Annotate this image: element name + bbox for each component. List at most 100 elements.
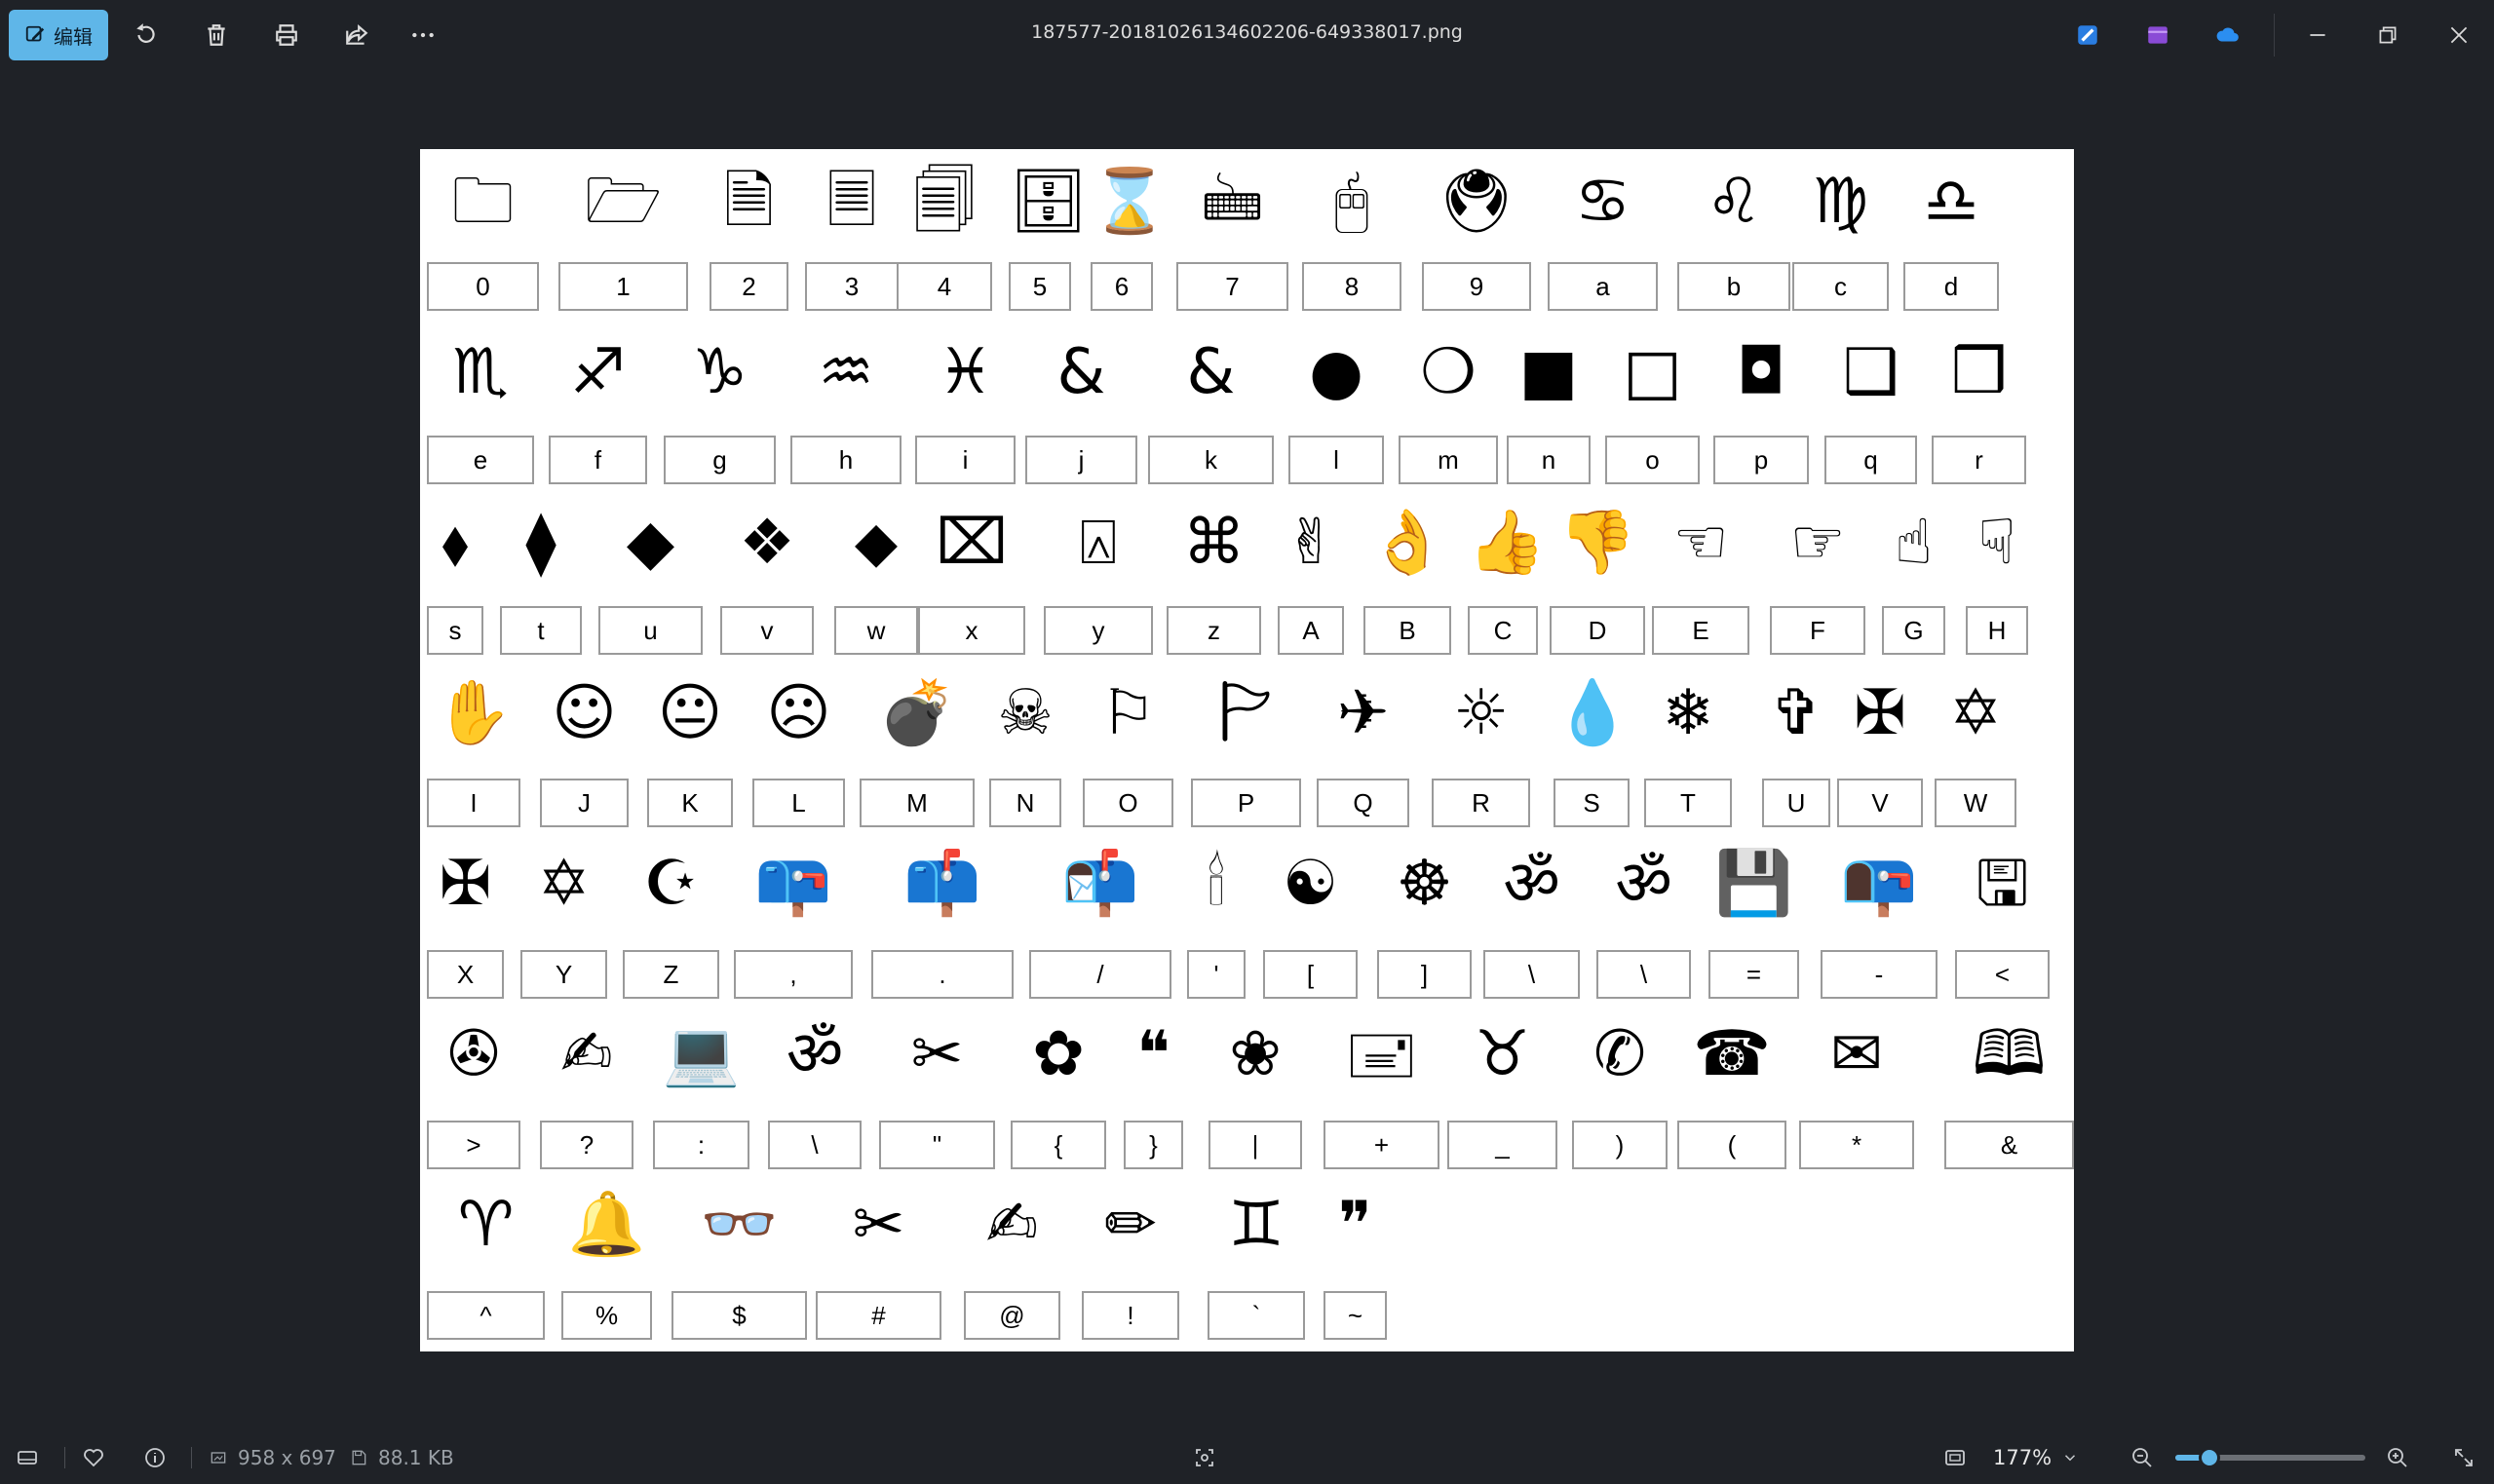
glyph-symbol: 🗐 [913, 166, 976, 238]
glyph-symbol: 💻 [662, 1018, 741, 1090]
key-label-box: , [734, 950, 853, 999]
glyph-symbol: ॐ [786, 1018, 844, 1090]
key-label-box: > [427, 1121, 520, 1169]
filmstrip-icon[interactable] [16, 1430, 39, 1484]
onedrive-icon[interactable] [2210, 18, 2245, 53]
key-label-box: _ [1447, 1121, 1557, 1169]
glyph-symbol: ⬥ [854, 507, 899, 579]
key-label-box: v [720, 606, 814, 655]
print-icon[interactable] [269, 18, 304, 53]
glyph-symbol: ✡ [1949, 677, 2002, 749]
key-label-box: z [1167, 606, 1261, 655]
clipchamp-icon[interactable] [2140, 18, 2175, 53]
key-label-box: q [1824, 436, 1917, 484]
key-label-box: d [1903, 262, 1999, 311]
save-icon [352, 1450, 366, 1465]
restore-icon[interactable] [2370, 18, 2405, 53]
key-label-box: / [1029, 950, 1171, 999]
glyph-symbol: 🗎 [723, 166, 775, 238]
share-icon[interactable] [339, 18, 374, 53]
key-label-box: o [1605, 436, 1700, 484]
key-label-box: a [1548, 262, 1658, 311]
edit-button[interactable]: 编辑 [9, 10, 108, 60]
glyph-symbol: ✏ [1104, 1189, 1157, 1261]
key-label-box: < [1955, 950, 2050, 999]
glyph-symbol: 🖰 [1332, 166, 1371, 238]
glyph-symbol: ॐ [1503, 848, 1560, 920]
key-label-box: 8 [1302, 262, 1401, 311]
glyph-symbol: 🕮 [1972, 1018, 2047, 1090]
key-label-box: T [1644, 779, 1732, 827]
glyph-symbol: ✌ [1285, 507, 1337, 579]
glyph-symbol: ☟ [1977, 507, 2016, 579]
key-label-box: x [918, 606, 1025, 655]
glyph-symbol: 📭 [1840, 848, 1918, 920]
key-label-box: F [1770, 606, 1865, 655]
key-label-box: J [540, 779, 629, 827]
key-label-box: l [1288, 436, 1384, 484]
glyph-symbol: 🏱 [1219, 677, 1273, 749]
key-label-box: * [1799, 1121, 1914, 1169]
zoom-slider[interactable] [2175, 1447, 2365, 1468]
key-label-box: 3 [805, 262, 899, 311]
zoom-out-icon[interactable] [2130, 1430, 2154, 1484]
zoom-slider-thumb[interactable] [2199, 1447, 2221, 1468]
image-viewer-canvas[interactable]: 🗀 0 🗁 1 🗎 2 🗏 3 🗐 4 🗄 5 ⌛ 6 🖮 7 🖰 8 🖲 9 ♋ a ♌ b ♍ c ♎ d ♏ e ♐ f ♑ g ♒ h ♓ i & j… [420, 149, 2074, 1351]
key-label-box: 7 [1176, 262, 1288, 311]
minimize-icon[interactable] [2300, 18, 2335, 53]
close-icon[interactable] [2441, 18, 2476, 53]
key-label-box: @ [964, 1291, 1060, 1340]
key-label-box: ] [1377, 950, 1472, 999]
glyph-symbol: 🗄 [1009, 166, 1089, 238]
key-label-box: g [664, 436, 776, 484]
key-label-box: $ [671, 1291, 807, 1340]
key-label-box: M [860, 779, 975, 827]
key-label-box: V [1837, 779, 1923, 827]
glyph-symbol: ❝ [1136, 1018, 1170, 1090]
glyph-symbol: ♐ [569, 336, 627, 408]
key-label-box: " [879, 1121, 995, 1169]
key-label-box: 6 [1091, 262, 1153, 311]
glyph-symbol: ✍ [560, 1018, 613, 1090]
zoom-dropdown[interactable]: 177% [1993, 1440, 2098, 1475]
key-label-box: K [647, 779, 733, 827]
glyph-symbol: ✞ [1770, 677, 1823, 749]
key-label-box: A [1278, 606, 1344, 655]
key-label-box: i [915, 436, 1016, 484]
glyph-symbol: ☝ [1895, 507, 1933, 579]
visual-search-icon[interactable] [1193, 1430, 1216, 1484]
glyph-symbol: ♓ [937, 336, 994, 408]
fit-to-window-icon[interactable] [1943, 1430, 1967, 1484]
favorite-icon[interactable] [82, 1430, 105, 1484]
glyph-symbol: & [1056, 336, 1106, 408]
glyph-symbol: ☪ [642, 848, 700, 920]
glyph-symbol: 💾 [1714, 848, 1793, 920]
glyph-symbol: ♈ [457, 1189, 515, 1261]
key-label-box: W [1935, 779, 2016, 827]
key-label-box: 4 [897, 262, 992, 311]
glyph-symbol: ⌘ [1182, 507, 1246, 579]
info-icon[interactable] [143, 1430, 167, 1484]
key-label-box: ( [1677, 1121, 1786, 1169]
status-bar: 958 x 697 88.1 KB [0, 1430, 2494, 1484]
key-label-box: P [1191, 779, 1301, 827]
key-label-box: U [1762, 779, 1830, 827]
glyph-symbol: ☯ [1282, 848, 1339, 920]
rotate-icon[interactable] [129, 18, 164, 53]
glyph-symbol: ♊ [1228, 1189, 1285, 1261]
more-icon[interactable] [405, 18, 441, 53]
glyph-symbol: ❖ [739, 507, 795, 579]
designer-icon[interactable] [2070, 18, 2105, 53]
key-label-box: 9 [1422, 262, 1531, 311]
glyph-symbol: ✈ [1336, 677, 1390, 749]
key-label-box: N [989, 779, 1061, 827]
dimensions-icon [211, 1451, 226, 1464]
key-label-box: Q [1317, 779, 1409, 827]
image-dimensions: 958 x 697 [209, 1430, 336, 1484]
zoom-in-icon[interactable] [2386, 1430, 2409, 1484]
glyph-symbol: ॐ [1615, 848, 1672, 920]
fullscreen-icon[interactable] [2452, 1430, 2475, 1484]
glyph-symbol: ❞ [1338, 1189, 1372, 1261]
delete-icon[interactable] [199, 18, 234, 53]
key-label-box: j [1025, 436, 1137, 484]
